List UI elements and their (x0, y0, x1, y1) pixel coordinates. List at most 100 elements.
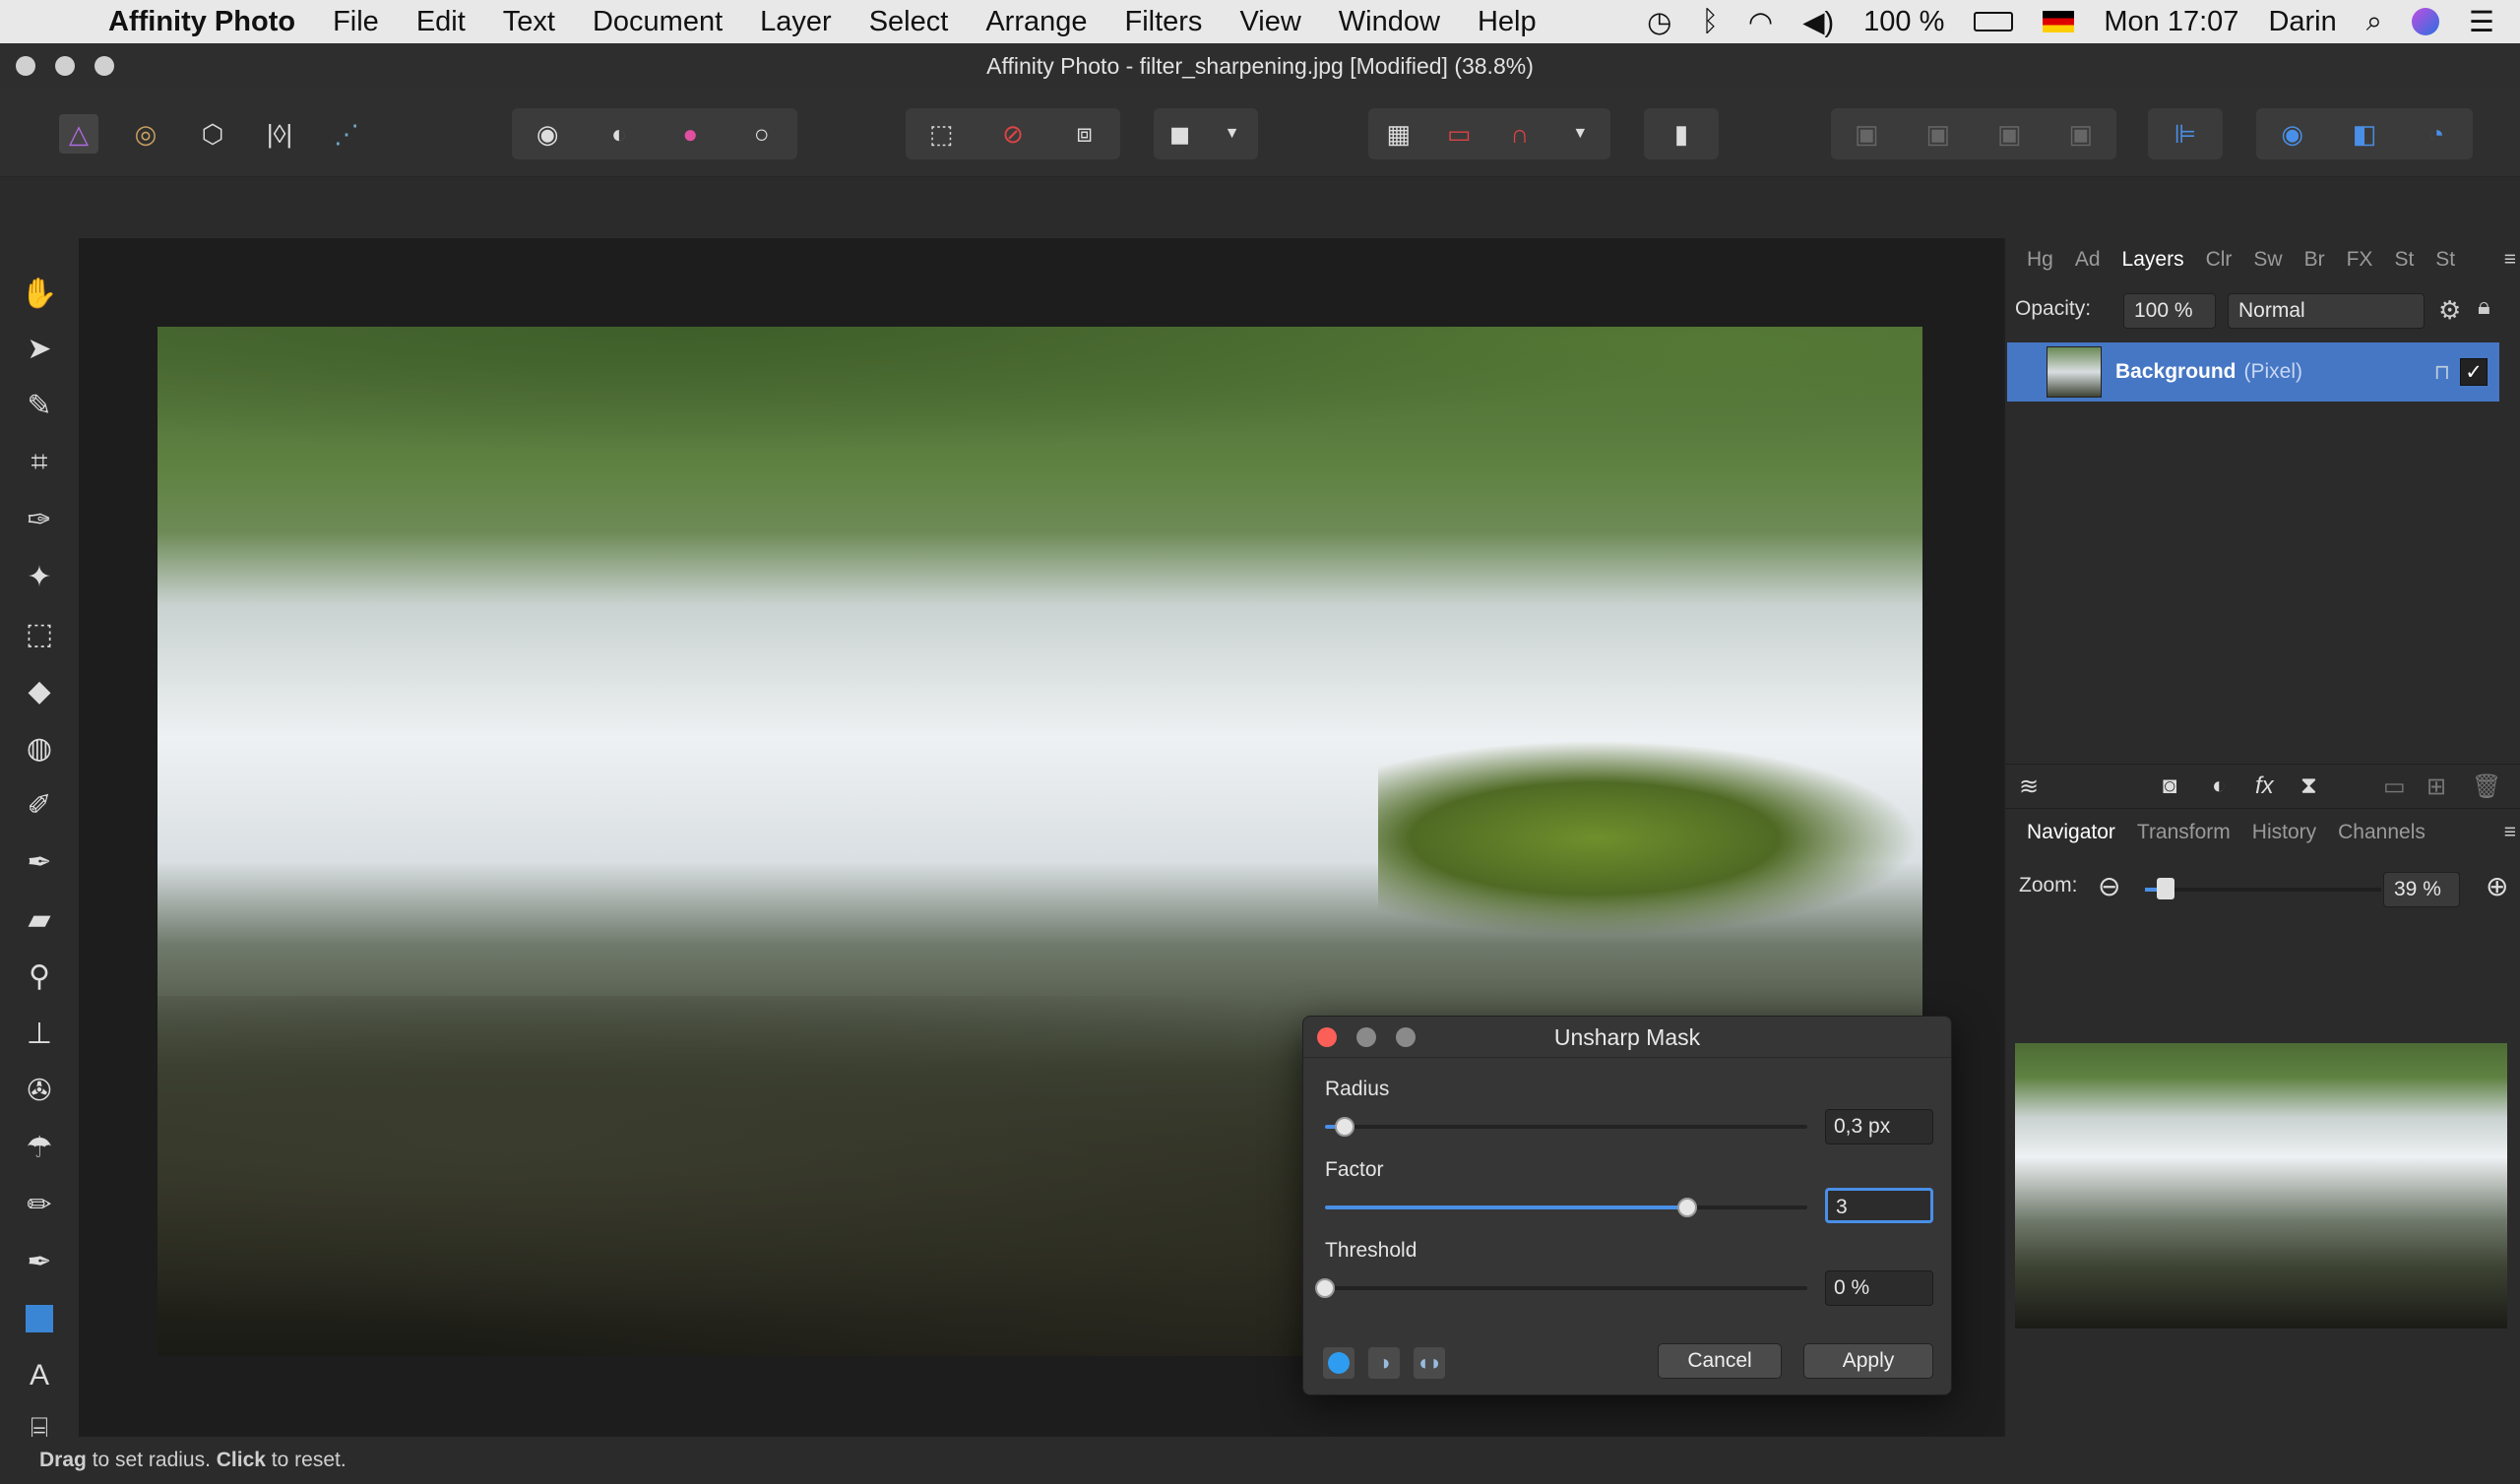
german-flag-icon[interactable] (2043, 11, 2075, 32)
app-menu[interactable]: Affinity Photo (108, 6, 295, 38)
menu-file[interactable]: File (333, 6, 379, 38)
navigator-thumbnail[interactable] (2015, 1043, 2507, 1329)
volume-icon[interactable]: ◀) (1802, 5, 1834, 39)
arrange-backward-icon[interactable]: ▣ (1919, 114, 1958, 154)
tab-histogram[interactable]: Hg (2027, 248, 2053, 272)
quick-mask-dropdown-icon[interactable]: ▼ (1213, 114, 1252, 154)
radius-field[interactable]: 0,3 px (1825, 1109, 1933, 1144)
menu-document[interactable]: Document (593, 6, 723, 38)
crop-tool-icon[interactable]: ⌗ (18, 441, 61, 484)
menu-select[interactable]: Select (869, 6, 949, 38)
layer-settings-gear-icon[interactable]: ⚙ (2438, 295, 2461, 326)
window-minimize-button[interactable] (55, 56, 75, 76)
wifi-icon[interactable]: ◠ (1748, 5, 1773, 39)
dialog-minimize-button[interactable] (1356, 1027, 1376, 1047)
dialog-close-button[interactable] (1317, 1027, 1337, 1047)
assistant-icon[interactable]: ▭ (1439, 114, 1479, 154)
tab-adjustments[interactable]: Ad (2075, 248, 2101, 272)
boolean-subtract-icon[interactable]: ◔ (2417, 114, 2456, 154)
preview-mirror-icon[interactable]: ◖◗ (1414, 1347, 1445, 1379)
boolean-add-icon[interactable]: ◉ (2273, 114, 2312, 154)
export-persona-icon[interactable]: ⋰ (327, 114, 366, 154)
quick-mask-icon[interactable]: ◼ (1161, 114, 1200, 154)
artistic-text-tool-icon[interactable]: A (18, 1354, 61, 1397)
siri-icon[interactable] (2412, 8, 2439, 35)
rectangle-tool-icon[interactable] (18, 1297, 61, 1340)
view-tool-hand-icon[interactable]: ✋ (18, 272, 61, 315)
menu-arrange[interactable]: Arrange (985, 6, 1087, 38)
tab-stock[interactable]: St (2435, 248, 2455, 272)
adjustment-layer-icon[interactable]: ◐ (2212, 773, 2227, 800)
red-eye-tool-icon[interactable]: ✏ (18, 1183, 61, 1226)
zoom-in-icon[interactable]: ⊕ (2486, 870, 2508, 902)
tab-history[interactable]: History (2252, 821, 2316, 844)
window-close-button[interactable] (16, 56, 35, 76)
boolean-intersect-icon[interactable]: ◧ (2345, 114, 2384, 154)
tab-color[interactable]: Clr (2206, 248, 2233, 272)
battery-icon[interactable] (1974, 12, 2014, 31)
panel-menu-icon[interactable]: ≡ (2504, 248, 2516, 272)
threshold-field[interactable]: 0 % (1825, 1270, 1933, 1306)
menu-view[interactable]: View (1239, 6, 1300, 38)
tab-channels[interactable]: Channels (2338, 821, 2426, 844)
preview-full-icon[interactable] (1323, 1347, 1354, 1379)
erase-brush-tool-icon[interactable]: ▰ (18, 897, 61, 941)
menu-filters[interactable]: Filters (1124, 6, 1202, 38)
blend-mode-select[interactable]: Normal (2228, 293, 2425, 329)
tab-swatches[interactable]: Sw (2253, 248, 2282, 272)
tab-transform[interactable]: Transform (2137, 821, 2231, 844)
apply-button[interactable]: Apply (1803, 1343, 1933, 1379)
factor-field[interactable]: 3 (1825, 1188, 1933, 1223)
layer-stack-icon[interactable]: ≋ (2019, 773, 2039, 801)
smudge-tool-icon[interactable]: ☂ (18, 1126, 61, 1169)
grid-icon[interactable]: ▦ (1379, 114, 1418, 154)
add-pixel-layer-icon[interactable]: ⊞ (2426, 773, 2446, 801)
time-machine-icon[interactable]: ◷ (1647, 5, 1671, 39)
auto-contrast-icon[interactable]: ◐ (599, 114, 639, 154)
fx-icon[interactable]: fx (2255, 773, 2274, 800)
opacity-field[interactable]: 100 % (2123, 293, 2216, 329)
tab-styles[interactable]: St (2394, 248, 2414, 272)
align-icon[interactable]: ⊫ (2166, 114, 2205, 154)
selection-brush-tool-icon[interactable]: ✑ (18, 498, 61, 541)
flood-select-tool-icon[interactable]: ✦ (18, 555, 61, 598)
notification-center-icon[interactable]: ☰ (2469, 5, 2494, 39)
lock-icon[interactable]: 🔒︎ (2478, 293, 2490, 321)
user-name[interactable]: Darin (2268, 6, 2336, 38)
tab-effects[interactable]: FX (2347, 248, 2373, 272)
delete-layer-icon[interactable]: 🗑︎ (2472, 773, 2501, 801)
arrange-forward-icon[interactable]: ▣ (1989, 114, 2029, 154)
radius-slider[interactable] (1325, 1117, 1807, 1137)
navigator-menu-icon[interactable]: ≡ (2504, 821, 2516, 844)
menu-help[interactable]: Help (1478, 6, 1537, 38)
dialog-zoom-button[interactable] (1396, 1027, 1416, 1047)
inpainting-tool-icon[interactable]: ✇ (18, 1069, 61, 1112)
dodge-tool-icon[interactable]: ⚲ (18, 955, 61, 998)
tab-navigator[interactable]: Navigator (2027, 821, 2115, 844)
tone-mapping-persona-icon[interactable]: |◊| (260, 114, 299, 154)
auto-white-balance-icon[interactable]: ○ (742, 114, 782, 154)
bluetooth-icon[interactable]: ᛒ (1701, 6, 1718, 38)
preview-split-icon[interactable]: ◑ (1368, 1347, 1400, 1379)
layer-lock-icon[interactable]: ⊓ (2434, 360, 2450, 385)
color-picker-tool-icon[interactable]: ✎ (18, 384, 61, 427)
threshold-slider[interactable] (1315, 1278, 1807, 1298)
spotlight-search-icon[interactable]: ⌕ (2366, 6, 2382, 38)
invert-selection-icon[interactable]: ⧈ (1065, 114, 1104, 154)
snapping-dropdown-icon[interactable]: ▼ (1560, 114, 1600, 154)
zoom-slider[interactable] (2145, 878, 2381, 899)
paint-brush-tool-icon[interactable]: ✐ (18, 783, 61, 827)
photo-persona-icon[interactable]: △ (59, 114, 98, 154)
tab-layers[interactable]: Layers (2122, 248, 2184, 272)
flood-fill-tool-icon[interactable]: ◆ (18, 669, 61, 712)
menu-window[interactable]: Window (1339, 6, 1440, 38)
marquee-tool-icon[interactable]: ⬚ (18, 612, 61, 655)
snapping-icon[interactable]: ∩ (1500, 114, 1540, 154)
zoom-field[interactable]: 39 % (2383, 872, 2460, 907)
liquify-persona-icon[interactable]: ◎ (126, 114, 165, 154)
color-replacement-tool-icon[interactable]: ✒ (18, 840, 61, 884)
gradient-tool-icon[interactable]: ◍ (18, 726, 61, 770)
factor-slider[interactable] (1325, 1198, 1807, 1217)
deselect-icon[interactable]: ⊘ (993, 114, 1033, 154)
menu-text[interactable]: Text (503, 6, 555, 38)
